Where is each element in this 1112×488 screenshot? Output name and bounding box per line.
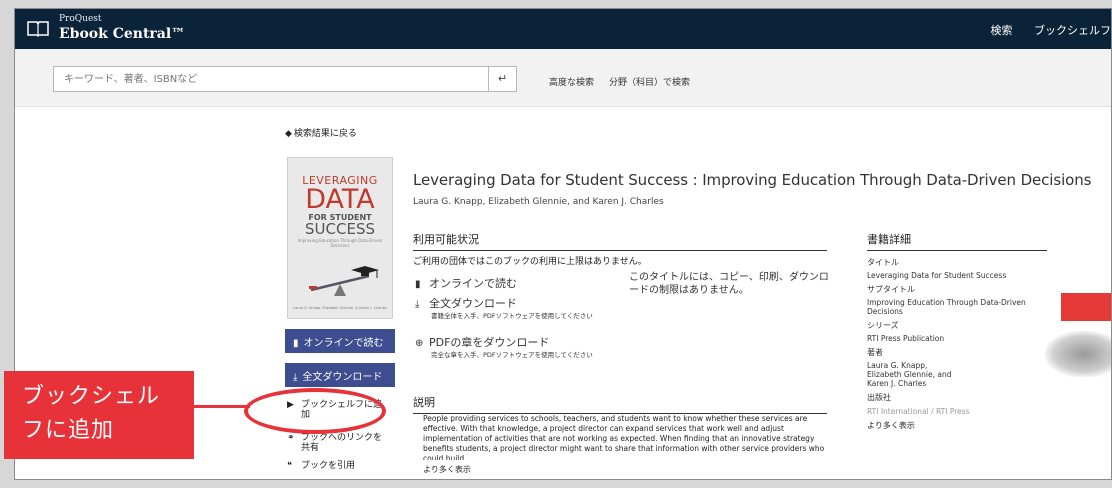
book-icon: ▮ (293, 337, 299, 349)
read-online-button[interactable]: ▮ オンラインで読む (285, 329, 395, 353)
annotation-highlight-ellipse (244, 388, 386, 434)
full-download-button-label: 全文ダウンロード (302, 371, 383, 383)
share-link-link[interactable]: ⚭ ブックへのリンクを共有 (287, 433, 383, 453)
description-heading: 説明 (413, 394, 827, 414)
detail-subtitle-label: サブタイトル (867, 285, 915, 294)
detail-series-label: シリーズ (867, 321, 899, 330)
open-book-icon (27, 21, 49, 37)
blurred-overlay (1045, 331, 1111, 377)
description-show-more-link[interactable]: より多く表示 (423, 464, 471, 475)
detail-series-value: RTI Press Publication (867, 334, 945, 343)
cover-line-4: SUCCESS (305, 220, 375, 238)
full-download-option[interactable]: ⤓ 全文ダウンロード (415, 295, 517, 311)
back-to-results-label: 検索結果に戻る (293, 129, 357, 139)
read-online-button-label: オンラインで読む (303, 337, 384, 349)
annotation-connector (190, 405, 250, 408)
availability-heading: 利用可能状況 (413, 231, 827, 251)
cover-line-2: DATA (305, 184, 375, 215)
detail-publisher-value: RTI International / RTI Press (867, 407, 970, 416)
brand-proquest: ProQuest (59, 14, 102, 24)
detail-title-label: タイトル (867, 258, 899, 267)
red-side-tab[interactable] (1061, 293, 1111, 321)
cite-book-label: ブックを引用 (301, 461, 356, 471)
search-submit-button[interactable]: ↵ (489, 66, 517, 92)
full-download-option-label: 全文ダウンロード (429, 297, 517, 310)
detail-publisher-label: 出版社 (867, 393, 891, 402)
seesaw-graduation-cap-illustration (309, 266, 379, 296)
download-icon: ⤓ (415, 299, 420, 310)
quote-icon: ❝ (287, 461, 292, 471)
top-nav: 検索 ブックシェルフ (973, 22, 1112, 38)
cite-book-link[interactable]: ❝ ブックを引用 (287, 461, 383, 471)
book-authors: Laura G. Knapp, Elizabeth Glennie, and K… (413, 197, 664, 207)
search-bar-area: ↵ 高度な検索 分野（科目）で検索 (15, 49, 1111, 107)
link-icon: ⚭ (287, 433, 295, 443)
full-download-button[interactable]: ⤓ 全文ダウンロード (285, 363, 395, 387)
pdf-chapter-hint: 完全な章を入手、PDFソフトウェアを使用してください (431, 351, 593, 359)
top-header: ProQuest Ebook Central™ 検索 ブックシェルフ (15, 9, 1111, 49)
search-input[interactable] (53, 66, 489, 92)
back-to-results-link[interactable]: ◆ 検索結果に戻る (285, 126, 357, 139)
availability-note: ご利用の団体ではこのブックの利用に上限はありません。 (413, 257, 647, 267)
annotation-callout: ブックシェルフに追加 (4, 371, 194, 459)
share-link-label: ブックへのリンクを共有 (301, 433, 383, 453)
rights-note: このタイトルには、コピー、印刷、ダウンロードの制限はありません。 (629, 272, 829, 296)
pdf-chapter-option-label: PDFの章をダウンロード (429, 336, 550, 349)
search-by-field-link[interactable]: 分野（科目）で検索 (609, 75, 690, 88)
globe-icon: ⊕ (415, 338, 424, 349)
advanced-search-link[interactable]: 高度な検索 (549, 75, 594, 88)
read-online-option[interactable]: ▮ オンラインで読む (415, 275, 517, 291)
book-title: Leveraging Data for Student Success : Im… (413, 171, 1092, 189)
book-icon: ▮ (415, 279, 421, 290)
detail-subtitle-value: Improving Education Through Data-Driven … (867, 298, 1026, 316)
brand-ebook-central[interactable]: Ebook Central™ (59, 26, 185, 42)
book-details-heading: 書籍詳細 (867, 231, 1047, 251)
nav-search-link[interactable]: 検索 (991, 24, 1013, 37)
read-online-option-label: オンラインで読む (429, 277, 517, 290)
nav-bookshelf-link[interactable]: ブックシェルフ (1034, 24, 1111, 37)
download-icon: ⤓ (293, 371, 298, 383)
full-download-hint: 書籍全体を入手、PDFソフトウェアを使用してください (431, 312, 593, 320)
details-show-more-link[interactable]: より多く表示 (867, 420, 1057, 431)
pdf-chapter-option[interactable]: ⊕ PDFの章をダウンロード (415, 334, 549, 350)
description-text: People providing services to schools, te… (423, 414, 825, 460)
book-details-list: タイトル Leveraging Data for Student Success… (867, 253, 1057, 431)
detail-author-label: 著者 (867, 348, 883, 357)
book-cover-image[interactable]: LEVERAGING DATA FOR STUDENT SUCCESS Impr… (287, 157, 393, 319)
arrow-left-icon: ◆ (285, 129, 292, 139)
cover-subtitle: Improving Education Through Data-Driven … (297, 238, 383, 248)
detail-author-value: Laura G. Knapp, Elizabeth Glennie, and K… (867, 361, 952, 388)
detail-title-value: Leveraging Data for Student Success (867, 271, 1007, 280)
cover-authors: Laura G. Knapp, Elizabeth Glennie, & Kar… (293, 306, 387, 310)
enter-icon: ↵ (497, 72, 508, 85)
